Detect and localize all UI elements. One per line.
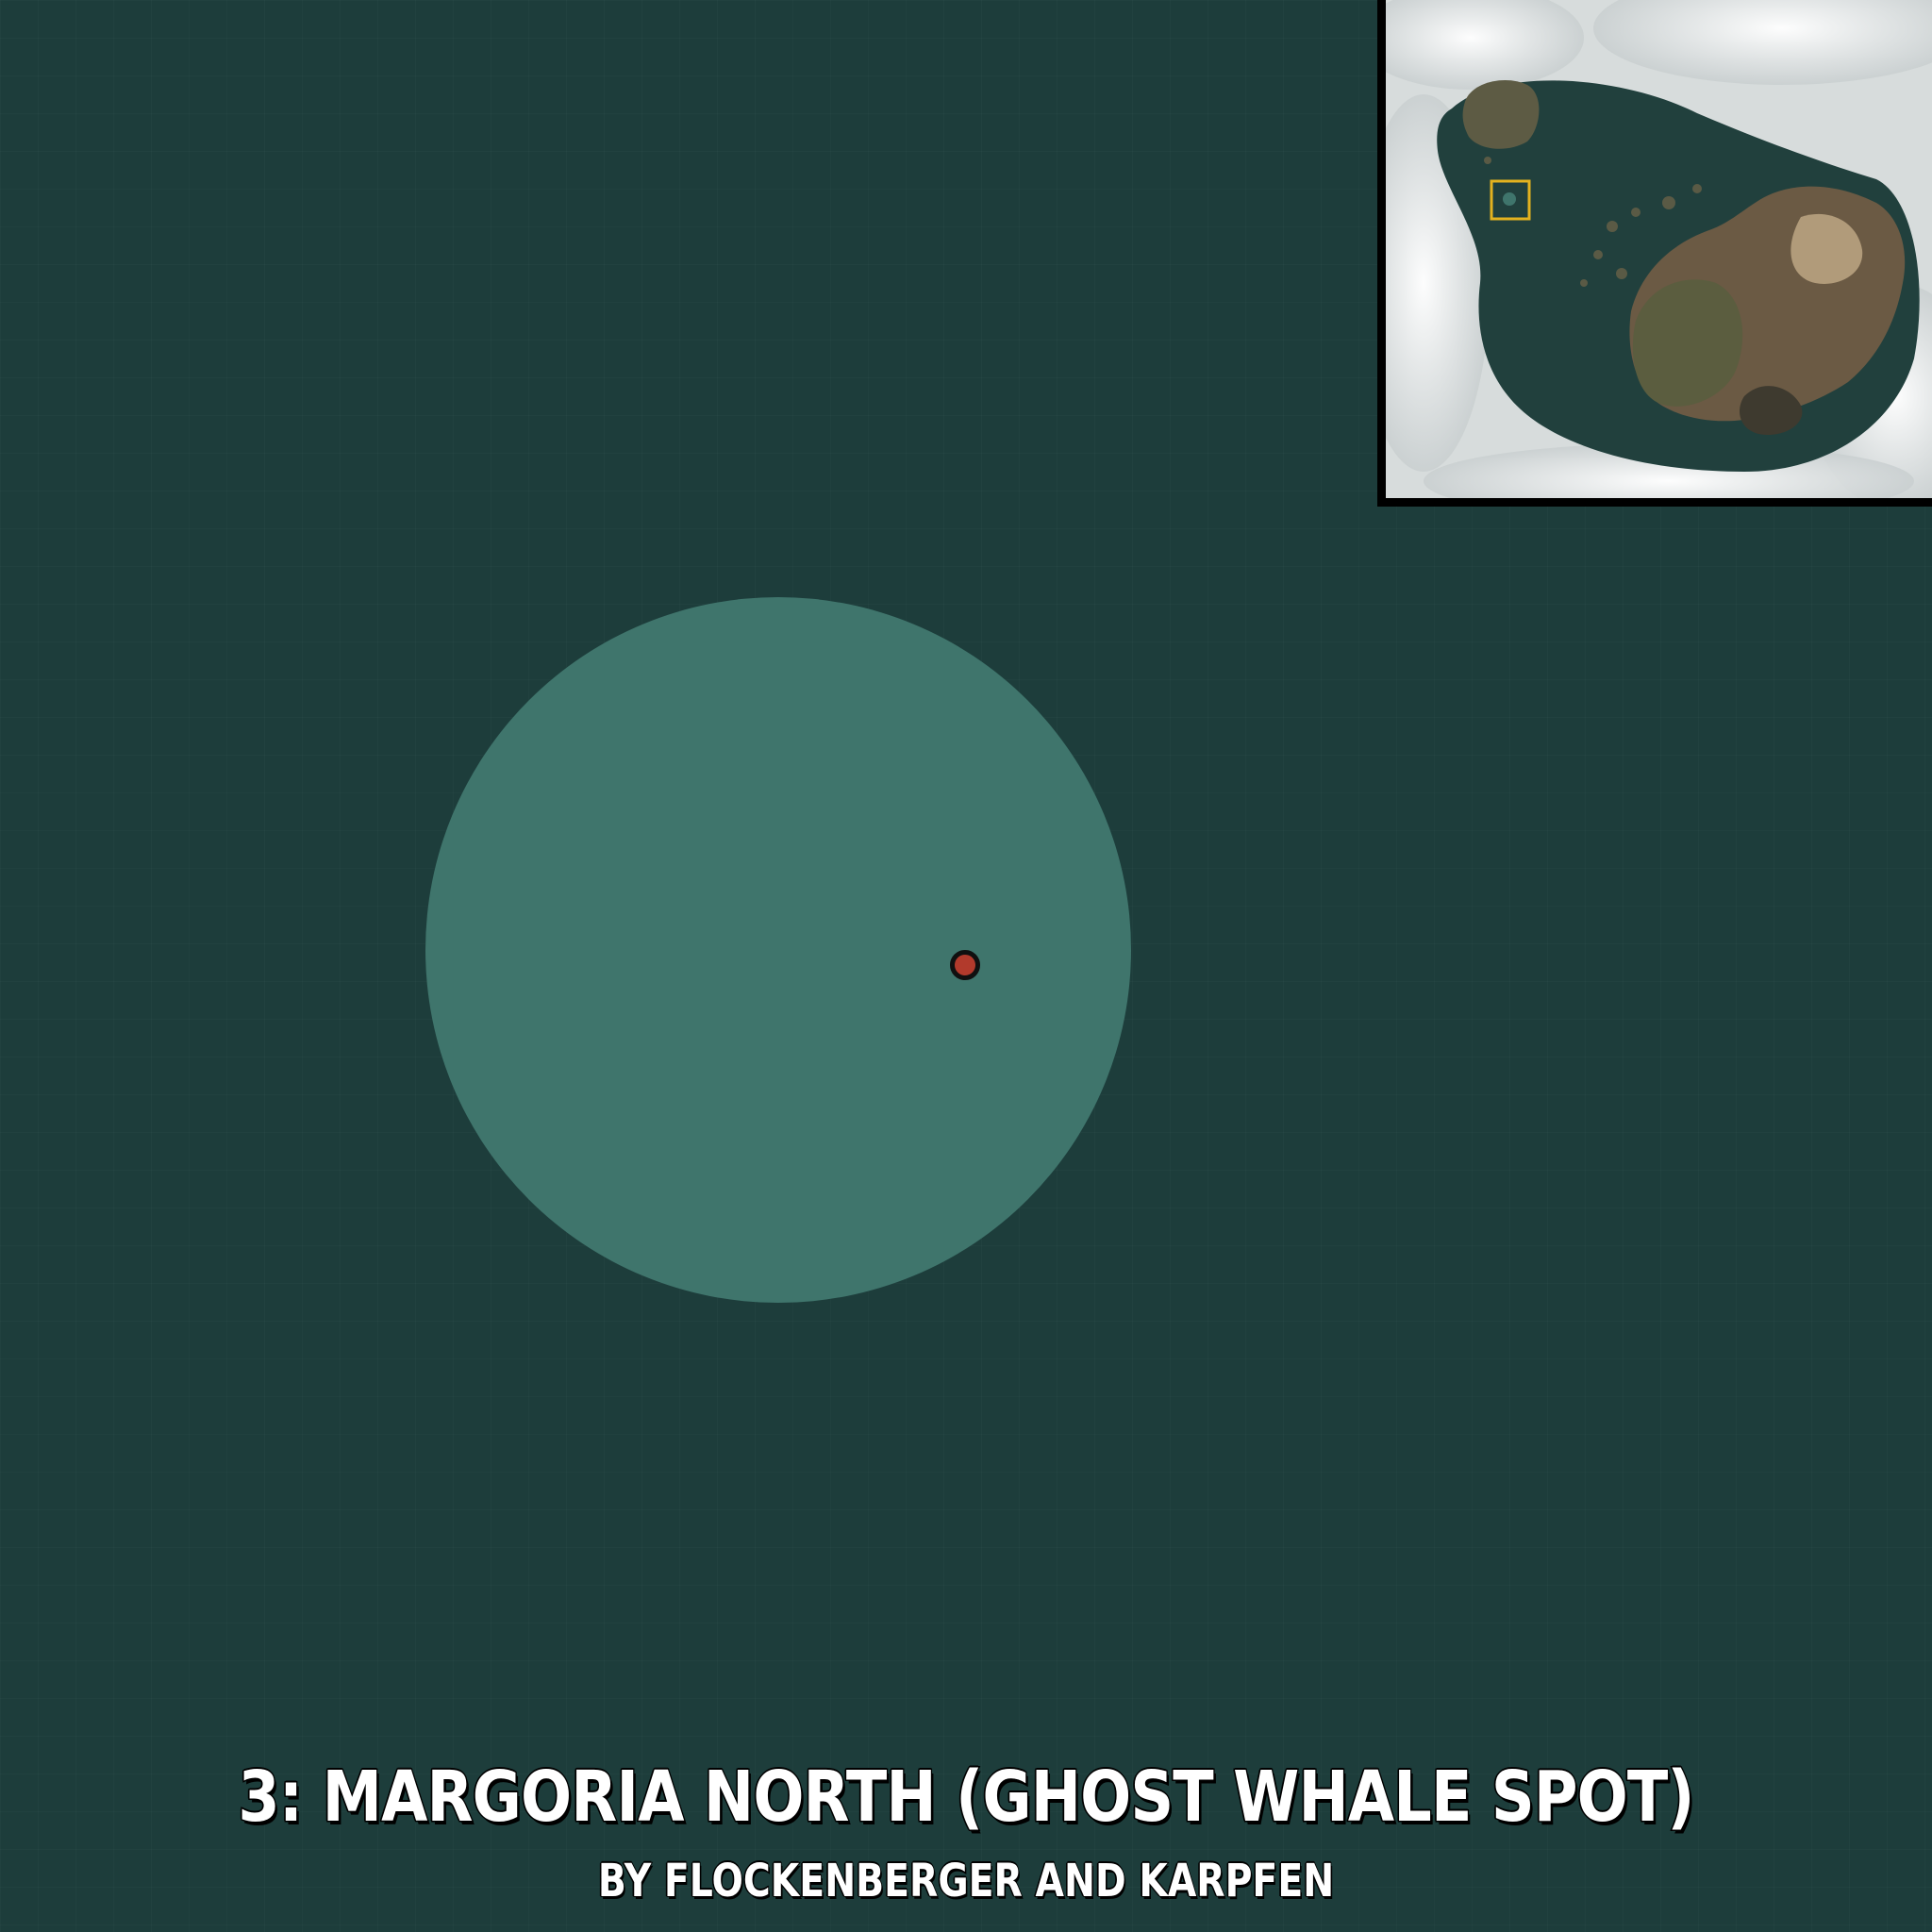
map-title: 3: MARGORIA NORTH (GHOST WHALE SPOT) — [237, 1756, 1696, 1840]
map-view: 3: MARGORIA NORTH (GHOST WHALE SPOT) BY … — [0, 0, 1932, 1932]
map-credit: BY FLOCKENBERGER AND KARPFEN — [597, 1854, 1335, 1908]
minimap-image — [1386, 0, 1932, 498]
minimap-island-north — [1462, 80, 1540, 149]
spawn-zone-circle — [425, 597, 1131, 1303]
location-marker-icon — [950, 950, 980, 980]
overview-minimap — [1377, 0, 1932, 507]
